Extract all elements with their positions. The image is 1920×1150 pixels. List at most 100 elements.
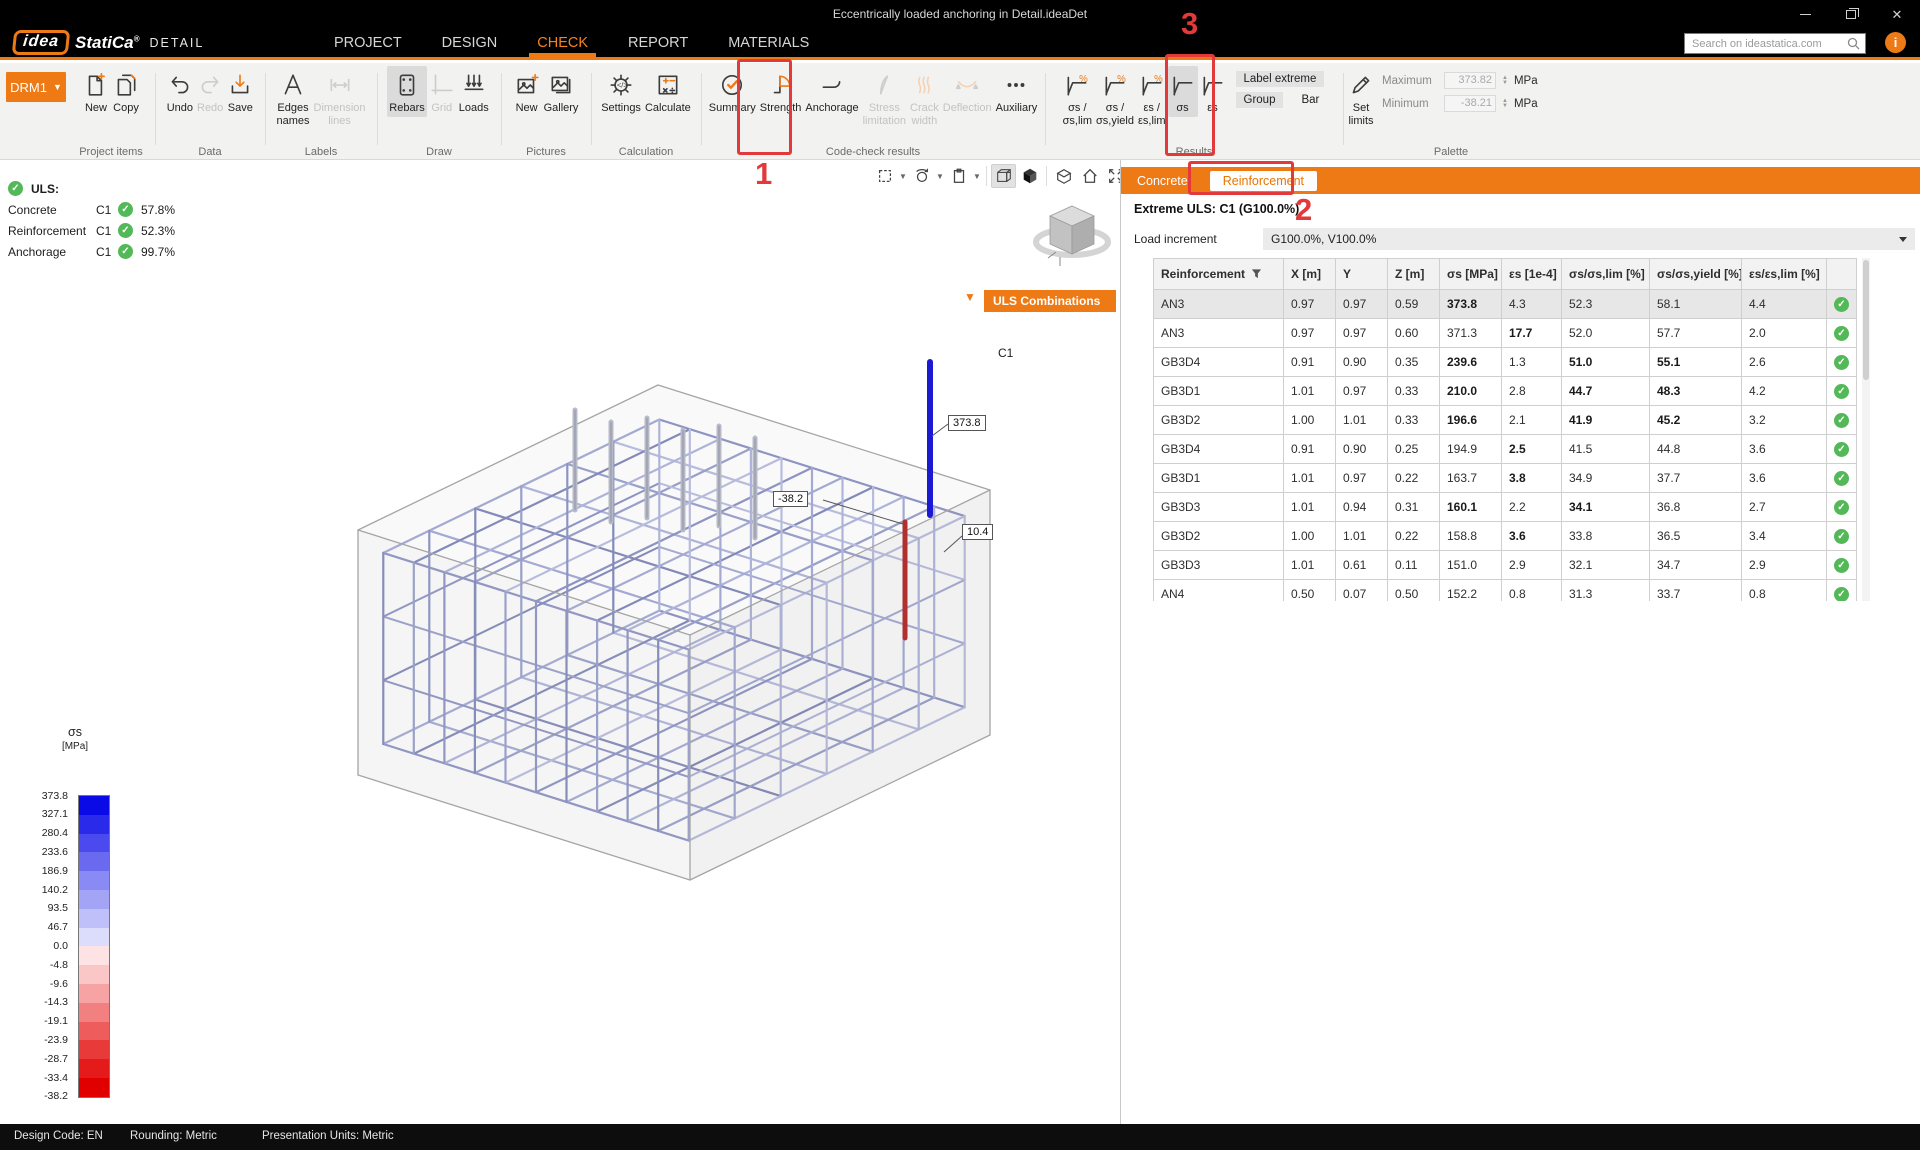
search-input[interactable] (1685, 38, 1847, 50)
orbit-icon[interactable] (909, 164, 934, 188)
summary-button[interactable]: Summary (707, 66, 758, 117)
col-x[interactable]: X [m] (1284, 259, 1336, 290)
table-scrollbar[interactable] (1862, 258, 1870, 601)
chevron-down-icon[interactable]: ▼ (898, 172, 908, 181)
set-limits-button[interactable]: Set limits (1346, 66, 1376, 129)
chevron-down-icon[interactable]: ▼ (935, 172, 945, 181)
strength-button[interactable]: Strength (758, 66, 804, 117)
project-item-selector[interactable]: DRM1▼ (6, 72, 66, 102)
table-cell: 0.8 (1502, 580, 1562, 602)
col-eps[interactable]: εs [1e-4] (1502, 259, 1562, 290)
minimum-value-field[interactable]: -38.21 (1444, 95, 1496, 112)
sigma-s-button[interactable]: σs (1168, 66, 1198, 117)
col-eps-lim[interactable]: εs/εs,lim [%] (1742, 259, 1827, 290)
deflection-button: Deflection (941, 66, 994, 117)
status-units: Presentation Units: Metric (262, 1130, 394, 1142)
settings-button[interactable]: </> Settings (599, 66, 643, 117)
table-row[interactable]: AN30.970.970.59373.84.352.358.14.4 (1154, 290, 1857, 319)
col-sigma[interactable]: σs [MPa] (1440, 259, 1502, 290)
chevron-down-icon[interactable]: ▼ (964, 290, 976, 304)
col-z[interactable]: Z [m] (1388, 259, 1440, 290)
combination-c1[interactable]: C1 (998, 346, 1013, 360)
restore-button[interactable] (1828, 0, 1874, 28)
menu-design[interactable]: DESIGN (440, 28, 500, 57)
label-extreme-toggle[interactable]: Label extreme (1236, 71, 1325, 87)
table-cell: 0.91 (1284, 348, 1336, 377)
table-row[interactable]: GB3D40.910.900.35239.61.351.055.12.6 (1154, 348, 1857, 377)
table-cell: 210.0 (1440, 377, 1502, 406)
search-box (1684, 33, 1866, 54)
menu-project[interactable]: PROJECT (332, 28, 404, 57)
table-row[interactable]: GB3D40.910.900.25194.92.541.544.83.6 (1154, 435, 1857, 464)
group-code-check-results: Summary Strength Anchorage Stress limita… (704, 63, 1042, 159)
section-plane-icon[interactable] (872, 164, 897, 188)
col-y[interactable]: Y (1336, 259, 1388, 290)
bar-toggle[interactable]: Bar (1293, 92, 1327, 108)
new-picture-button[interactable]: New (512, 66, 542, 117)
load-increment-dropdown[interactable]: G100.0%, V100.0% (1263, 228, 1915, 250)
maximum-value-field[interactable]: 373.82 (1444, 72, 1496, 89)
3d-viewport[interactable]: ULS: Concrete C1 57.8% Reinforcement C1 … (0, 160, 1120, 1124)
sigma-over-sigma-yield-button[interactable]: % σs / σs,yield (1094, 66, 1136, 129)
check-icon (1834, 384, 1849, 399)
table-cell: 194.9 (1440, 435, 1502, 464)
table-row[interactable]: GB3D31.010.940.31160.12.234.136.82.7 (1154, 493, 1857, 522)
eps-over-eps-lim-button[interactable]: % εs / εs,lim (1136, 66, 1168, 129)
group-toggle[interactable]: Group (1236, 92, 1284, 108)
table-cell: 1.3 (1502, 348, 1562, 377)
check-icon (1834, 529, 1849, 544)
fullscreen-icon[interactable] (1103, 164, 1120, 188)
minimize-button[interactable] (1782, 0, 1828, 28)
wireframe-cube-icon[interactable] (991, 164, 1016, 188)
menu-check[interactable]: CHECK (535, 28, 590, 57)
uls-combinations-header[interactable]: ULS Combinations (984, 290, 1116, 312)
tab-reinforcement[interactable]: Reinforcement (1210, 171, 1317, 191)
table-cell: 0.35 (1388, 348, 1440, 377)
table-row[interactable]: GB3D11.010.970.22163.73.834.937.73.6 (1154, 464, 1857, 493)
col-reinforcement[interactable]: Reinforcement (1154, 259, 1284, 290)
check-icon (1834, 326, 1849, 341)
table-cell: 0.97 (1336, 319, 1388, 348)
table-cell: 3.6 (1502, 522, 1562, 551)
app-logo: idea StatiCa® DETAIL (13, 30, 204, 55)
rebars-button[interactable]: Rebars (387, 66, 426, 117)
filter-icon[interactable] (1251, 268, 1262, 279)
table-cell: 151.0 (1440, 551, 1502, 580)
copy-project-item-button[interactable]: Copy (111, 66, 141, 117)
info-icon[interactable]: i (1885, 32, 1906, 53)
solid-cube-icon[interactable] (1017, 164, 1042, 188)
eps-s-button[interactable]: εs (1198, 66, 1228, 117)
callout-min-stress: -38.2 (773, 491, 808, 507)
table-row[interactable]: GB3D31.010.610.11151.02.932.134.72.9 (1154, 551, 1857, 580)
tab-concrete[interactable]: Concrete (1137, 174, 1188, 188)
menu-materials[interactable]: MATERIALS (726, 28, 811, 57)
perspective-icon[interactable] (1051, 164, 1076, 188)
spinner-icon[interactable]: ▲▼ (1502, 76, 1508, 86)
auxiliary-button[interactable]: Auxiliary (994, 66, 1040, 117)
col-sigma-lim[interactable]: σs/σs,lim [%] (1562, 259, 1650, 290)
table-row[interactable]: AN30.970.970.60371.317.752.057.72.0 (1154, 319, 1857, 348)
reinforcement-table-container[interactable]: Reinforcement X [m] Y Z [m] σs [MPa] εs … (1153, 258, 1858, 601)
table-row[interactable]: GB3D21.001.010.22158.83.633.836.53.4 (1154, 522, 1857, 551)
table-row[interactable]: AN40.500.070.50152.20.831.333.70.8 (1154, 580, 1857, 602)
loads-button[interactable]: Loads (457, 66, 491, 117)
calculate-button[interactable]: Calculate (643, 66, 693, 117)
home-icon[interactable] (1077, 164, 1102, 188)
table-row[interactable]: GB3D11.010.970.33210.02.844.748.34.2 (1154, 377, 1857, 406)
gallery-button[interactable]: Gallery (542, 66, 581, 117)
table-row[interactable]: GB3D21.001.010.33196.62.141.945.23.2 (1154, 406, 1857, 435)
undo-button[interactable]: Undo (165, 66, 195, 117)
menu-report[interactable]: REPORT (626, 28, 690, 57)
navigation-cube[interactable] (1030, 196, 1120, 276)
save-button[interactable]: Save (225, 66, 255, 117)
spinner-icon[interactable]: ▲▼ (1502, 99, 1508, 109)
edges-names-button[interactable]: Edges names (275, 66, 312, 129)
anchorage-button[interactable]: Anchorage (803, 66, 860, 117)
chevron-down-icon[interactable]: ▼ (972, 172, 982, 181)
close-button[interactable]: ✕ (1874, 0, 1920, 28)
clipboard-icon[interactable] (946, 164, 971, 188)
new-project-item-button[interactable]: New (81, 66, 111, 117)
sigma-over-sigma-lim-button[interactable]: % σs / σs,lim (1061, 66, 1094, 129)
table-cell: 1.01 (1336, 406, 1388, 435)
col-sigma-yield[interactable]: σs/σs,yield [%] (1650, 259, 1742, 290)
